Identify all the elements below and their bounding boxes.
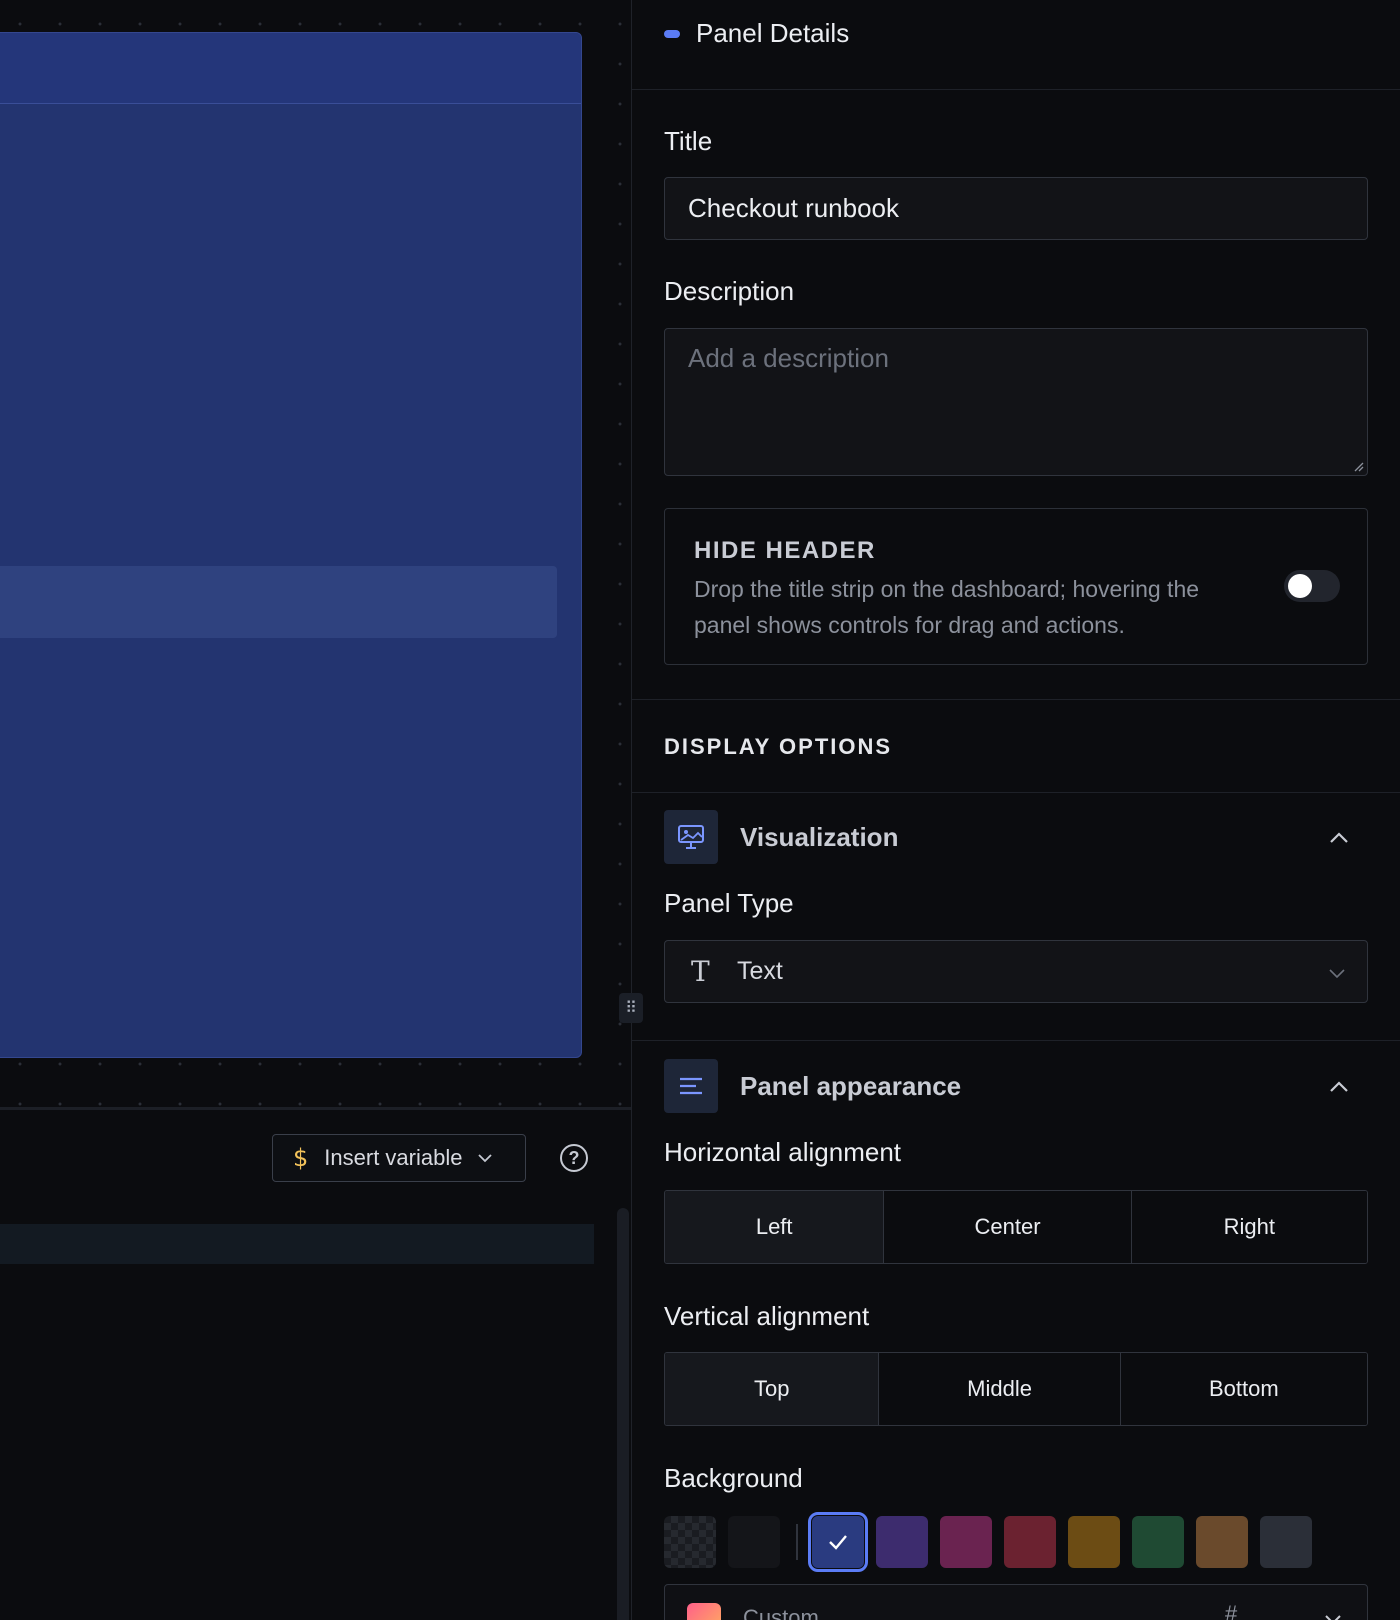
- drag-handle-icon[interactable]: ⠿: [619, 993, 643, 1023]
- custom-color-row[interactable]: Custom #: [664, 1584, 1368, 1620]
- custom-label: Custom: [743, 1605, 819, 1620]
- background-swatch[interactable]: [1260, 1516, 1312, 1568]
- text-panel-preview[interactable]: [0, 32, 582, 1058]
- hide-header-description: Drop the title strip on the dashboard; h…: [694, 576, 1200, 638]
- panel-header-strip: [0, 33, 581, 104]
- background-swatch[interactable]: [876, 1516, 928, 1568]
- hide-header-title: HIDE HEADER: [694, 537, 876, 564]
- background-swatches: [664, 1512, 1324, 1572]
- align-left-icon: [664, 1059, 718, 1113]
- divider: [632, 89, 1400, 90]
- display-options-heading: DISPLAY OPTIONS: [664, 734, 893, 759]
- panel-content-highlight: [0, 566, 557, 638]
- horizontal-alignment-label: Horizontal alignment: [664, 1137, 902, 1167]
- insert-variable-label: Insert variable: [324, 1145, 463, 1170]
- chevron-up-icon[interactable]: [1328, 1076, 1350, 1098]
- panel-type-select[interactable]: T Text: [664, 940, 1368, 1003]
- chevron-down-icon: [1329, 969, 1345, 979]
- panel-type-value: Text: [737, 957, 783, 985]
- description-textarea[interactable]: Add a description: [664, 328, 1368, 476]
- title-label: Title: [664, 126, 713, 156]
- background-swatch[interactable]: [1132, 1516, 1184, 1568]
- help-icon[interactable]: ?: [560, 1144, 588, 1172]
- toggle-knob: [1288, 574, 1312, 598]
- visualization-title: Visualization: [740, 821, 899, 852]
- background-swatch[interactable]: [940, 1516, 992, 1568]
- background-label: Background: [664, 1463, 803, 1493]
- editor-scrollbar[interactable]: [617, 1208, 629, 1620]
- vertical-alignment-label: Vertical alignment: [664, 1301, 870, 1331]
- swatch-divider: [796, 1524, 798, 1560]
- horizontal-alignment-segmented: Left Center Right: [664, 1190, 1368, 1264]
- visualization-group-header[interactable]: Visualization: [664, 809, 1368, 865]
- background-swatch[interactable]: [1196, 1516, 1248, 1568]
- accent-dot-icon: [664, 29, 680, 38]
- hex-prefix: #: [1225, 1601, 1238, 1620]
- description-label: Description: [664, 276, 795, 306]
- swatch-transparent[interactable]: [664, 1516, 716, 1568]
- chevron-down-icon[interactable]: [1323, 1609, 1343, 1620]
- valign-top-option[interactable]: Top: [665, 1353, 880, 1425]
- background-swatch[interactable]: [1004, 1516, 1056, 1568]
- editor-toolbar: $ Insert variable ?: [0, 1110, 631, 1210]
- panel-details-title: Panel Details: [696, 18, 850, 48]
- panel-details-header: Panel Details: [664, 18, 849, 49]
- background-swatch[interactable]: [1068, 1516, 1120, 1568]
- hide-header-setting: HIDE HEADER Drop the title strip on the …: [664, 508, 1368, 665]
- panel-type-label: Panel Type: [664, 888, 794, 918]
- hide-header-toggle[interactable]: [1284, 570, 1340, 602]
- divider: [632, 1040, 1400, 1041]
- vertical-alignment-segmented: Top Middle Bottom: [664, 1352, 1368, 1426]
- resize-grip-icon[interactable]: [1352, 460, 1364, 472]
- background-swatch[interactable]: [808, 1512, 868, 1572]
- divider: [632, 792, 1400, 793]
- halign-right-option[interactable]: Right: [1131, 1191, 1367, 1263]
- editor-active-line[interactable]: [0, 1224, 594, 1264]
- text-type-icon: T: [691, 955, 710, 988]
- halign-left-option[interactable]: Left: [665, 1191, 885, 1263]
- title-input[interactable]: Checkout runbook: [664, 177, 1368, 240]
- description-placeholder: Add a description: [688, 343, 889, 373]
- check-icon: [812, 1516, 864, 1568]
- insert-variable-button[interactable]: $ Insert variable: [272, 1134, 526, 1182]
- valign-middle-option[interactable]: Middle: [879, 1353, 1121, 1425]
- panel-appearance-group-header[interactable]: Panel appearance: [664, 1058, 1368, 1114]
- dashboard-canvas: $ Insert variable ?: [0, 0, 631, 1620]
- dollar-icon: $: [293, 1144, 309, 1172]
- monitor-image-icon: [664, 810, 718, 864]
- panel-details-sidebar: Panel Details Title Checkout runbook Des…: [632, 0, 1400, 1620]
- panel-appearance-title: Panel appearance: [740, 1070, 962, 1101]
- halign-center-option[interactable]: Center: [884, 1191, 1132, 1263]
- background-swatch[interactable]: [728, 1516, 780, 1568]
- chevron-up-icon[interactable]: [1328, 827, 1350, 849]
- chevron-down-icon: [478, 1154, 493, 1163]
- divider: [632, 699, 1400, 700]
- custom-color-swatch[interactable]: [687, 1603, 721, 1620]
- valign-bottom-option[interactable]: Bottom: [1120, 1353, 1367, 1425]
